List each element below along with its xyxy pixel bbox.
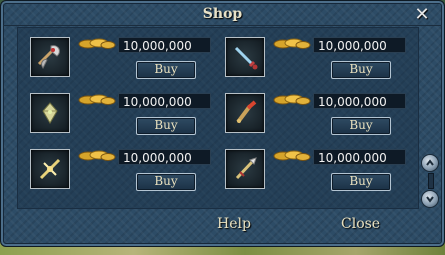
title-bar[interactable]: Shop ✕ [3, 3, 442, 26]
gold-coin-icon [78, 94, 116, 105]
scroll-up-button[interactable] [421, 154, 439, 172]
spear-icon[interactable] [225, 149, 265, 189]
buy-button[interactable]: Buy [331, 61, 391, 79]
scroll-down-button[interactable] [421, 190, 439, 208]
close-icon[interactable]: ✕ [413, 6, 431, 25]
scrollbar-track[interactable] [428, 173, 434, 189]
price-field: 10,000,000 [313, 37, 406, 53]
close-button[interactable]: Close [341, 216, 380, 232]
crossbow-icon[interactable] [30, 149, 70, 189]
chevron-up-icon [426, 159, 434, 166]
item-slot: 10,000,000 Buy [213, 28, 408, 80]
buy-button[interactable]: Buy [136, 117, 196, 135]
gem-icon[interactable] [30, 93, 70, 133]
help-button[interactable]: Help [217, 216, 251, 232]
gold-coin-icon [273, 38, 311, 49]
item-slot: 10,000,000 Buy [213, 84, 408, 136]
price-field: 10,000,000 [313, 149, 406, 165]
gold-coin-icon [78, 38, 116, 49]
shop-window: Shop ✕ 10,000,000 Buy 10,000,000 Buy 10,… [0, 0, 445, 247]
gold-coin-icon [78, 150, 116, 161]
sword-icon[interactable] [225, 37, 265, 77]
buy-button[interactable]: Buy [331, 117, 391, 135]
price-field: 10,000,000 [118, 37, 211, 53]
buy-button[interactable]: Buy [331, 173, 391, 191]
item-grid: 10,000,000 Buy 10,000,000 Buy 10,000,000… [17, 27, 419, 209]
window-title: Shop [202, 6, 243, 22]
item-slot: 10,000,000 Buy [18, 28, 213, 80]
price-field: 10,000,000 [118, 149, 211, 165]
item-slot: 10,000,000 Buy [18, 84, 213, 136]
item-slot: 10,000,000 Buy [213, 140, 408, 192]
chevron-down-icon [426, 196, 434, 203]
buy-button[interactable]: Buy [136, 61, 196, 79]
buy-button[interactable]: Buy [136, 173, 196, 191]
item-slot: 10,000,000 Buy [18, 140, 213, 192]
axe-icon[interactable] [30, 37, 70, 77]
price-field: 10,000,000 [313, 93, 406, 109]
gold-coin-icon [273, 94, 311, 105]
dagger-icon[interactable] [225, 93, 265, 133]
gold-coin-icon [273, 150, 311, 161]
price-field: 10,000,000 [118, 93, 211, 109]
